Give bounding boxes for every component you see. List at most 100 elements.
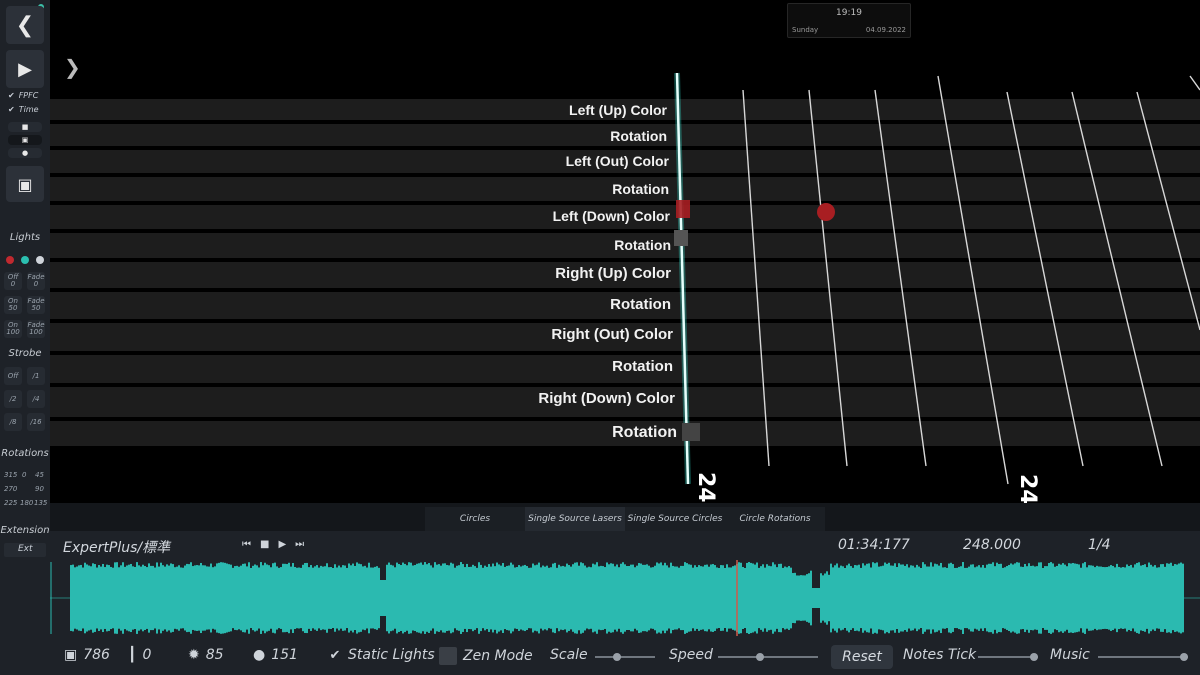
precision-readout[interactable]: 1/4 bbox=[1088, 537, 1111, 553]
tab-circles[interactable]: Circles bbox=[425, 507, 525, 531]
event-marker bbox=[674, 230, 688, 246]
notes-tick-slider[interactable] bbox=[978, 656, 1038, 658]
light-on-100-button[interactable]: On 100 bbox=[4, 320, 22, 338]
zen-mode-label: Zen Mode bbox=[463, 648, 533, 664]
strobe-8-button[interactable]: /8 bbox=[4, 413, 22, 431]
tab-bar: Circles Single Source Lasers Single Sour… bbox=[50, 503, 1200, 531]
extension-ext-button[interactable]: Ext bbox=[4, 543, 46, 557]
strobe-2-button[interactable]: /2 bbox=[4, 390, 22, 408]
extension-title: Extension bbox=[0, 525, 50, 536]
event-marker bbox=[682, 423, 700, 441]
tab-circle-rotations[interactable]: Circle Rotations bbox=[725, 507, 825, 531]
rotation-270-button[interactable]: 270 bbox=[4, 486, 17, 493]
static-lights-label: Static Lights bbox=[348, 647, 435, 663]
lights-stat: ✹ 85 bbox=[188, 647, 224, 663]
transport-controls: ⏮ ■ ▶ ⏭ bbox=[242, 539, 304, 550]
reset-button[interactable]: Reset bbox=[831, 645, 893, 669]
strobe-label: /16 bbox=[30, 417, 42, 426]
lights-title: Lights bbox=[9, 232, 41, 243]
strobe-label: /2 bbox=[9, 394, 17, 403]
tab-single-source-circles[interactable]: Single Source Circles bbox=[625, 507, 725, 531]
strobe-label: /4 bbox=[32, 394, 40, 403]
note-icon: ■ bbox=[21, 123, 29, 131]
timeline-panel: ExpertPlus/標準 ⏮ ■ ▶ ⏭ 01:34:177 248.000 … bbox=[50, 531, 1200, 675]
zen-mode-checkbox[interactable] bbox=[439, 647, 457, 665]
light-on-50-button[interactable]: On 50 bbox=[4, 296, 22, 314]
events-stat: ● 151 bbox=[253, 647, 298, 663]
speed-slider-knob[interactable] bbox=[756, 653, 764, 661]
rotation-0-button[interactable]: 0 bbox=[22, 472, 26, 479]
rotation-45-button[interactable]: 45 bbox=[35, 472, 44, 479]
strobe-1-button[interactable]: /1 bbox=[27, 367, 45, 385]
speed-slider[interactable] bbox=[718, 656, 818, 658]
btn-line2: 100 bbox=[6, 328, 20, 336]
scale-slider-knob[interactable] bbox=[613, 653, 621, 661]
grid-overlay bbox=[674, 72, 1200, 485]
light-fade-100-button[interactable]: Fade 100 bbox=[27, 320, 45, 338]
music-slider[interactable] bbox=[1098, 656, 1188, 658]
teal-color-dot[interactable] bbox=[21, 256, 29, 264]
bombs-stat: ┃ 0 bbox=[128, 647, 151, 663]
bulb-icon: ● bbox=[21, 149, 29, 157]
strobe-off-button[interactable]: Off bbox=[4, 367, 22, 385]
note-icon: ▣ bbox=[64, 647, 78, 663]
tab-single-source-lasers[interactable]: Single Source Lasers bbox=[525, 507, 625, 531]
rotation-90-button[interactable]: 90 bbox=[35, 486, 44, 493]
strobe-label: /8 bbox=[9, 417, 17, 426]
check-icon: ✔ bbox=[8, 105, 15, 114]
notes-tick-slider-knob[interactable] bbox=[1030, 653, 1038, 661]
waveform[interactable] bbox=[50, 560, 1200, 636]
bulb-icon: ● bbox=[253, 647, 266, 663]
strobe-16-button[interactable]: /16 bbox=[27, 413, 45, 431]
speed-label: Speed bbox=[669, 647, 713, 663]
skip-back-icon[interactable]: ⏮ bbox=[242, 539, 251, 550]
music-slider-knob[interactable] bbox=[1180, 653, 1188, 661]
notes-stat: ▣ 786 bbox=[64, 647, 110, 663]
checkbox-time[interactable]: ✔ Time bbox=[8, 105, 39, 114]
checkbox-fpfc[interactable]: ✔ FPFC bbox=[8, 91, 38, 100]
light-fade-0-button[interactable]: Fade 0 bbox=[27, 272, 45, 290]
check-icon[interactable]: ✔ bbox=[328, 648, 342, 663]
light-mode-button[interactable]: ● bbox=[8, 148, 42, 158]
notes-tick-label: Notes Tick bbox=[903, 647, 977, 663]
beat-label-right: 24 bbox=[1015, 474, 1040, 503]
rotation-grid: 315 0 45 270 90 225 180 135 bbox=[4, 468, 47, 508]
obstacle-icon: ┃ bbox=[128, 647, 137, 663]
checkbox-time-label: Time bbox=[18, 105, 39, 114]
bomb-mode-button[interactable]: ▣ bbox=[8, 135, 42, 145]
time-readout: 01:34:177 bbox=[838, 537, 910, 553]
lights-count: 85 bbox=[205, 647, 224, 663]
rotation-180-button[interactable]: 180 bbox=[20, 500, 33, 507]
light-fade-50-button[interactable]: Fade 50 bbox=[27, 296, 45, 314]
layout-button[interactable]: ▣ bbox=[6, 166, 44, 202]
light-off-0-button[interactable]: Off 0 bbox=[4, 272, 22, 290]
strobe-label: Off bbox=[7, 371, 19, 380]
bomb-icon: ▣ bbox=[21, 136, 29, 144]
static-lights-toggle[interactable]: ✔ Static Lights bbox=[328, 647, 435, 663]
notes-count: 786 bbox=[83, 647, 110, 663]
rotation-315-button[interactable]: 315 bbox=[4, 472, 17, 479]
skip-forward-icon[interactable]: ⏭ bbox=[295, 539, 304, 550]
rotation-225-button[interactable]: 225 bbox=[4, 500, 17, 507]
music-label: Music bbox=[1050, 647, 1090, 663]
btn-line2: 0 bbox=[33, 280, 39, 288]
left-sidebar: ❮ ▶ ✔ FPFC ✔ Time ■ ▣ ● ▣ Lights Off 0 Fa… bbox=[0, 0, 50, 675]
zen-mode-toggle[interactable]: Zen Mode bbox=[439, 647, 533, 665]
play-icon[interactable]: ▶ bbox=[278, 539, 286, 550]
btn-line2: 50 bbox=[8, 304, 18, 312]
back-button[interactable]: ❮ bbox=[6, 6, 44, 44]
beat-label-left: 24 bbox=[693, 472, 718, 503]
white-color-dot[interactable] bbox=[36, 256, 44, 264]
play-button[interactable]: ▶ bbox=[6, 50, 44, 88]
difficulty-label: ExpertPlus/標準 bbox=[63, 540, 171, 556]
scale-slider[interactable] bbox=[595, 656, 655, 658]
strobe-4-button[interactable]: /4 bbox=[27, 390, 45, 408]
red-color-dot[interactable] bbox=[6, 256, 14, 264]
extension-ext-label: Ext bbox=[18, 544, 33, 554]
rotation-135-button[interactable]: 135 bbox=[34, 500, 47, 507]
note-mode-button[interactable]: ■ bbox=[8, 122, 42, 132]
red-light-event bbox=[817, 203, 835, 221]
stop-icon[interactable]: ■ bbox=[260, 539, 269, 550]
editor-viewport[interactable]: ❯ 19:19 Sunday 04.09.2022 Left (Up) Colo… bbox=[50, 0, 1200, 503]
btn-line2: 50 bbox=[31, 304, 41, 312]
